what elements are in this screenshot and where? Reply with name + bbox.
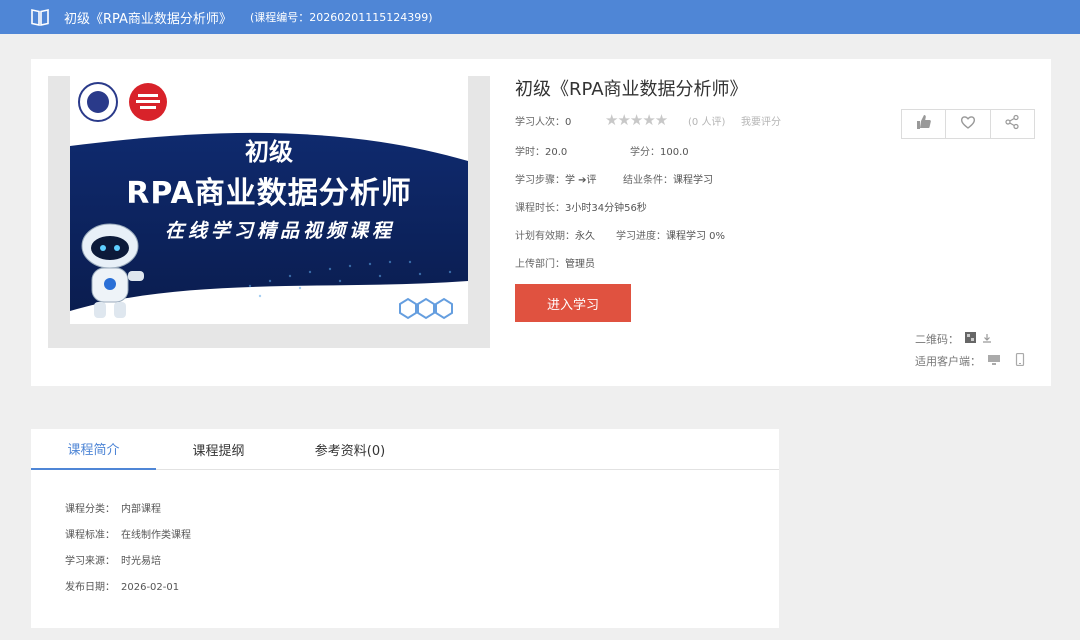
detail-standard: 课程标准： 在线制作类课程: [65, 530, 191, 541]
download-icon[interactable]: [982, 333, 992, 346]
learning-steps: 学习步骤：学 ➔评: [515, 175, 597, 186]
qr-code-icon[interactable]: [965, 332, 976, 346]
course-detail-card: 课程简介 课程提纲 参考资料(0) 课程分类： 内部课程 课程标准： 在线制作类课程…: [31, 429, 779, 628]
rating-stars: ★★★★★: [605, 111, 668, 129]
course-card: 初级 RPA商业数据分析师 在线学习精品视频课程 初级《RPA商业数据分析师》 …: [31, 59, 1051, 386]
course-cover-image[interactable]: 初级 RPA商业数据分析师 在线学习精品视频课程: [70, 76, 468, 324]
book-icon: [30, 6, 52, 28]
credits: 学分：100.0: [630, 147, 689, 158]
rating-count: (0 人评): [688, 117, 726, 128]
tab-intro[interactable]: 课程简介: [31, 429, 156, 470]
mobile-icon: [1015, 352, 1025, 369]
upload-department: 上传部门：管理员: [515, 259, 595, 270]
cover-line-2: RPA商业数据分析师: [126, 176, 412, 211]
course-title: 初级《RPA商业数据分析师》: [515, 79, 748, 100]
cover-line-3: 在线学习精品视频课程: [164, 220, 395, 242]
detail-publish-date: 发布日期： 2026-02-01: [65, 582, 180, 593]
header-title: 初级《RPA商业数据分析师》: [64, 11, 232, 27]
learners-count: 学习人次：0: [515, 117, 572, 128]
client-label: 适用客户端：: [915, 355, 981, 368]
heart-icon: [960, 114, 976, 134]
course-code: (课程编号：20260201115124399): [249, 11, 433, 24]
client-row: 适用客户端：: [915, 352, 1025, 369]
favorite-button[interactable]: [946, 110, 991, 138]
tab-references[interactable]: 参考资料(0): [286, 429, 414, 470]
like-button[interactable]: [902, 110, 947, 138]
qr-code-row: 二维码：: [915, 331, 992, 347]
course-duration: 课程时长：3小时34分钟56秒: [515, 203, 647, 214]
completion-condition: 结业条件：课程学习: [623, 175, 713, 186]
rate-link[interactable]: 我要评分: [741, 113, 781, 128]
detail-source: 学习来源： 时光易培: [65, 556, 161, 567]
top-bar: 初级《RPA商业数据分析师》 (课程编号：20260201115124399): [0, 0, 1080, 34]
enter-study-button[interactable]: 进入学习: [515, 284, 631, 322]
learning-progress: 学习进度：课程学习 0%: [616, 231, 726, 242]
study-hours: 学时：20.0: [515, 147, 568, 158]
share-button[interactable]: [991, 110, 1034, 138]
detail-category: 课程分类： 内部课程: [65, 504, 161, 515]
desktop-icon: [987, 354, 1001, 369]
tab-outline[interactable]: 课程提纲: [156, 429, 281, 470]
action-buttons: [901, 109, 1035, 139]
cover-line-1: 初级: [245, 138, 293, 166]
thumbs-up-icon: [916, 114, 932, 134]
share-icon: [1004, 114, 1020, 134]
cover-frame: 初级 RPA商业数据分析师 在线学习精品视频课程: [48, 76, 490, 348]
qr-label: 二维码：: [915, 333, 959, 346]
plan-validity: 计划有效期：永久: [515, 231, 595, 242]
tab-bar: 课程简介 课程提纲 参考资料(0): [31, 429, 779, 470]
